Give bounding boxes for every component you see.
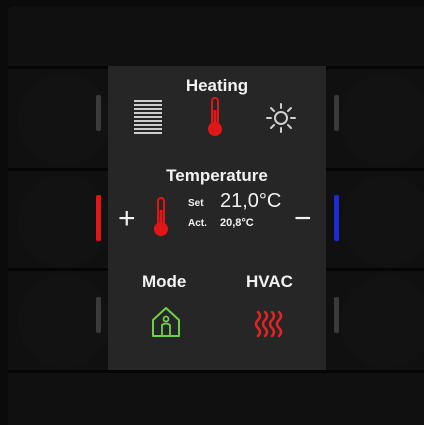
thermometer-icon[interactable] — [206, 96, 224, 138]
increase-button[interactable]: + — [118, 202, 136, 236]
thermometer-icon — [154, 197, 168, 236]
home-icon[interactable] — [151, 306, 181, 338]
led-right-1 — [334, 95, 339, 131]
led-left-3 — [96, 297, 101, 333]
set-temperature-value: 21,0°C — [220, 190, 282, 212]
display-screen: Heating Temperature + Set 21,0°C Act. 20… — [108, 66, 326, 370]
sun-icon[interactable] — [265, 102, 297, 134]
temperature-title: Temperature — [166, 166, 268, 185]
row-divider — [8, 370, 424, 373]
actual-temperature-value: 20,8°C — [220, 217, 254, 229]
hvac-label: HVAC — [246, 272, 293, 291]
decrease-button[interactable]: − — [294, 202, 312, 236]
right-key-3[interactable] — [340, 276, 424, 368]
heating-mode-icon[interactable] — [254, 308, 284, 338]
mode-label: Mode — [142, 272, 187, 291]
led-right-3 — [334, 297, 339, 333]
blinds-icon[interactable] — [134, 100, 162, 136]
act-label: Act. — [188, 218, 207, 229]
led-right-2-blue — [334, 195, 339, 241]
set-label: Set — [188, 198, 204, 209]
heating-title: Heating — [185, 76, 249, 95]
right-key-1[interactable] — [340, 74, 424, 166]
led-left-2-red — [96, 195, 101, 241]
right-key-2[interactable] — [340, 175, 424, 267]
led-left-1 — [96, 95, 101, 131]
